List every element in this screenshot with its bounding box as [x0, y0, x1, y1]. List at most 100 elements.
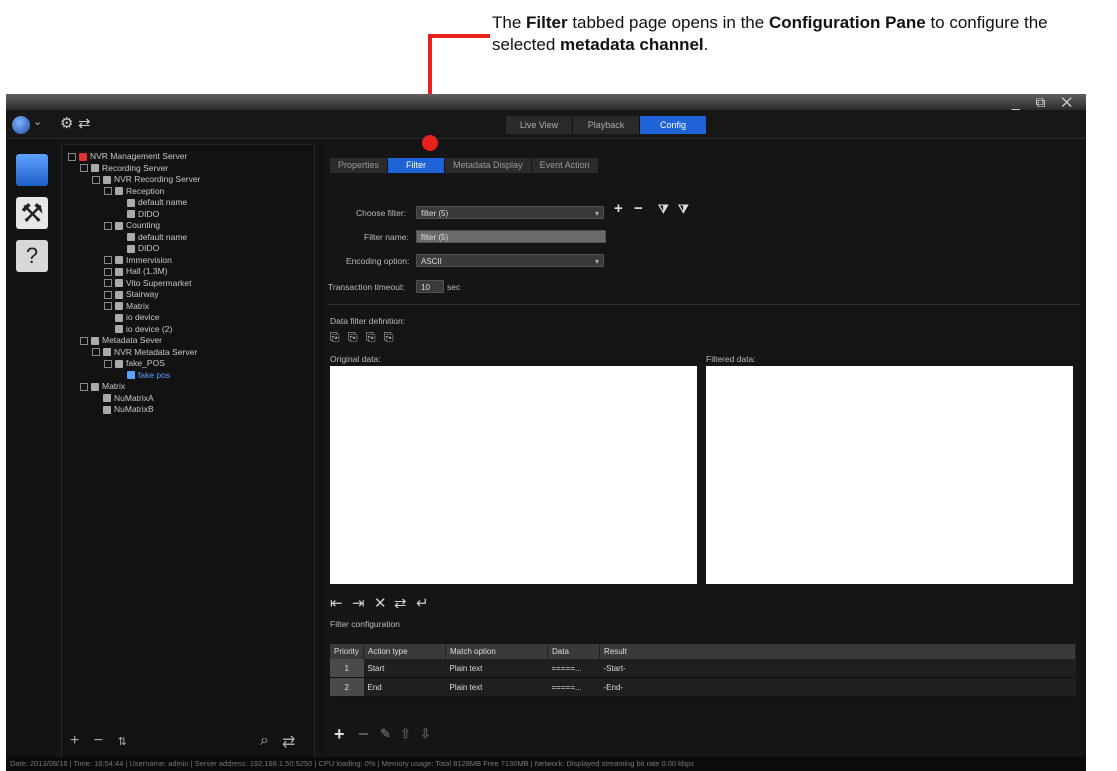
tree-node[interactable]: NVR Metadata Server — [68, 347, 200, 359]
help-icon[interactable]: ? — [16, 240, 48, 272]
expand-icon[interactable] — [104, 221, 112, 230]
column-header[interactable]: Action type — [363, 644, 446, 659]
server-icon[interactable] — [16, 154, 48, 186]
tree-node[interactable]: fake pos — [68, 370, 200, 382]
tree-node[interactable]: DIDO — [68, 209, 200, 221]
filtered-data-area[interactable] — [706, 366, 1073, 584]
expand-icon[interactable] — [104, 187, 112, 196]
data-cell[interactable]: =====... — [547, 677, 600, 697]
delete-icon[interactable]: ✕ — [374, 594, 387, 612]
data-cell[interactable]: =====... — [547, 659, 600, 678]
link-icon[interactable]: ⇄ — [78, 114, 91, 132]
tree-node[interactable]: io device (2) — [68, 324, 200, 336]
remove-row-icon[interactable]: − — [358, 724, 369, 745]
expand-icon[interactable] — [80, 164, 88, 173]
expand-icon[interactable] — [104, 256, 112, 265]
table-row[interactable]: 1 Start Plain text =====... -Start- — [330, 659, 1076, 678]
expand-icon[interactable] — [92, 175, 100, 184]
action-type-cell[interactable]: End — [363, 677, 446, 697]
tree-node[interactable]: Reception — [68, 186, 200, 198]
expand-icon[interactable] — [80, 382, 88, 391]
expand-icon[interactable] — [104, 302, 112, 311]
expand-icon[interactable] — [68, 152, 76, 161]
search-icon[interactable]: ⌕ — [260, 732, 269, 750]
tree-node[interactable]: NVR Management Server — [68, 151, 200, 163]
column-header[interactable]: Data — [547, 644, 600, 659]
replace-icon[interactable]: ⇄ — [394, 594, 407, 612]
match-option-cell[interactable]: Plain text — [445, 677, 548, 697]
tree-node[interactable]: Stairway — [68, 289, 200, 301]
tree-node[interactable]: io device — [68, 312, 200, 324]
choose-filter-select[interactable]: filter (5) ▾ — [416, 206, 604, 219]
add-icon[interactable]: + — [70, 732, 79, 749]
action-type-cell[interactable]: Start — [363, 659, 446, 678]
result-cell[interactable]: -End- — [599, 677, 1076, 697]
tree-node[interactable]: NVR Recording Server — [68, 174, 200, 186]
tree-node[interactable]: Counting — [68, 220, 200, 232]
rule-icon[interactable]: ⎘ — [384, 330, 394, 345]
sort-icon[interactable]: ⇅ — [118, 736, 127, 748]
mode-live-view[interactable]: Live View — [506, 116, 573, 134]
tab-metadata-display[interactable]: Metadata Display — [445, 158, 531, 173]
result-cell[interactable]: -Start- — [599, 659, 1076, 678]
tree-node[interactable]: NuMatrixB — [68, 404, 200, 416]
filter-edit-icon[interactable]: ⧩ — [658, 202, 669, 217]
settings-icon[interactable]: ⚙ — [60, 114, 73, 132]
tree-node[interactable]: fake_POS — [68, 358, 200, 370]
tree-node[interactable]: DIDO — [68, 243, 200, 255]
device-icon — [115, 267, 123, 276]
match-option-cell[interactable]: Plain text — [445, 659, 548, 678]
tab-event-action[interactable]: Event Action — [531, 158, 598, 173]
tree-node[interactable]: default name — [68, 197, 200, 209]
original-data-area[interactable] — [330, 366, 697, 584]
column-header[interactable]: Priority — [330, 644, 364, 659]
tree-node[interactable]: Immervision — [68, 255, 200, 267]
filter-clear-icon[interactable]: ⧩ — [678, 202, 689, 217]
filter-name-input[interactable]: filter (5) — [416, 230, 606, 243]
window-controls[interactable]: _ ⧉ ✕ — [1012, 94, 1078, 111]
link-icon[interactable]: ⇄ — [282, 732, 295, 752]
tree-node[interactable]: Recording Server — [68, 163, 200, 175]
expand-icon[interactable] — [104, 359, 112, 368]
remove-icon[interactable]: − — [94, 732, 103, 749]
align-left-icon[interactable]: ⇤ — [330, 594, 343, 612]
tree-node[interactable]: Metadata Sever — [68, 335, 200, 347]
tree-node[interactable]: Vito Supermarket — [68, 278, 200, 290]
mode-config[interactable]: Config — [640, 116, 707, 134]
rule-icon[interactable]: ⎘ — [366, 330, 376, 345]
tab-properties[interactable]: Properties — [330, 158, 388, 173]
rule-icon[interactable]: ⎘ — [348, 330, 358, 345]
encoding-option-select[interactable]: ASCII ▾ — [416, 254, 604, 267]
table-header-row: Priority Action type Match option Data R… — [330, 644, 1076, 659]
callout-line — [428, 34, 490, 38]
tree-node[interactable]: Matrix — [68, 381, 200, 393]
expand-icon[interactable] — [104, 267, 112, 276]
tree-node[interactable]: default name — [68, 232, 200, 244]
globe-icon[interactable] — [12, 116, 30, 134]
column-header[interactable]: Match option — [445, 644, 548, 659]
move-down-icon[interactable]: ⇩ — [420, 726, 431, 742]
expand-icon[interactable] — [92, 348, 100, 357]
expand-icon[interactable] — [104, 279, 112, 288]
transaction-timeout-input[interactable]: 10 — [416, 280, 444, 293]
device-icon — [115, 290, 123, 299]
tree-node[interactable]: Hall (1.3M) — [68, 266, 200, 278]
tree-node[interactable]: Matrix — [68, 301, 200, 313]
edit-row-icon[interactable]: ✎ — [380, 726, 391, 742]
mode-playback[interactable]: Playback — [573, 116, 640, 134]
return-icon[interactable]: ↵ — [416, 594, 429, 612]
align-right-icon[interactable]: ⇥ — [352, 594, 365, 612]
move-up-icon[interactable]: ⇧ — [400, 726, 411, 742]
remove-filter-icon[interactable]: − — [634, 200, 643, 217]
expand-icon[interactable] — [104, 290, 112, 299]
column-header[interactable]: Result — [599, 644, 1076, 659]
chevron-down-icon[interactable]: ⌄ — [33, 115, 42, 128]
add-filter-icon[interactable]: + — [614, 200, 623, 217]
expand-icon[interactable] — [80, 336, 88, 345]
table-row[interactable]: 2 End Plain text =====... -End- — [330, 677, 1076, 697]
tab-filter[interactable]: Filter — [388, 158, 445, 173]
tools-icon[interactable]: ⚒ — [16, 197, 48, 229]
tree-node[interactable]: NuMatrixA — [68, 393, 200, 405]
rule-icon[interactable]: ⎘ — [330, 330, 340, 345]
add-row-icon[interactable]: + — [334, 724, 345, 745]
